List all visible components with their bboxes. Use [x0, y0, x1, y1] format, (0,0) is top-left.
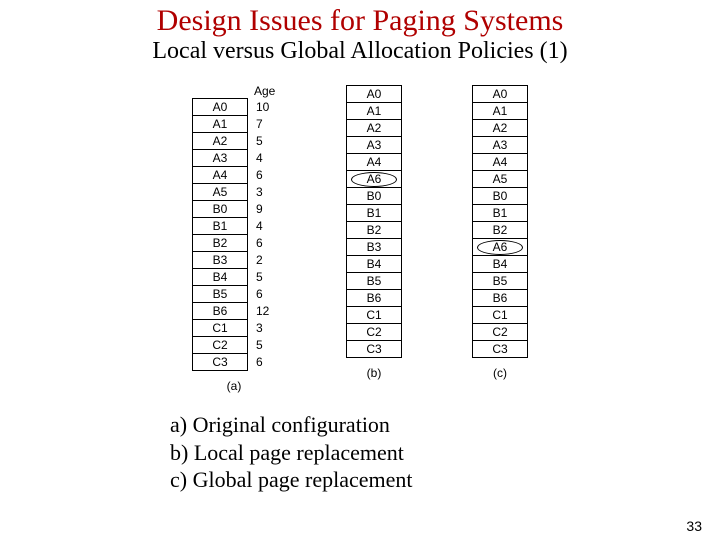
page-cell: C1: [193, 320, 248, 337]
age-value: 6: [256, 286, 276, 303]
page-cell: B2: [473, 222, 528, 239]
page-cell: B6: [193, 303, 248, 320]
page-cell: B5: [347, 273, 402, 290]
age-value: 4: [256, 150, 276, 167]
page-cell: A3: [193, 150, 248, 167]
age-value: 2: [256, 252, 276, 269]
page-cell: B1: [473, 205, 528, 222]
page-cell: A4: [347, 154, 402, 171]
page-cell: A5: [193, 184, 248, 201]
column-b: A0A1A2A3A4A6B0B1B2B3B4B5B6C1C2C3 (b): [346, 85, 402, 393]
page-table-b: A0A1A2A3A4A6B0B1B2B3B4B5B6C1C2C3: [346, 85, 402, 358]
page-cell: C2: [193, 337, 248, 354]
age-value: 12: [256, 303, 276, 320]
column-c-label: (c): [493, 366, 507, 380]
age-value: 10: [256, 99, 276, 116]
page-cell: A0: [473, 86, 528, 103]
page-cell: A2: [473, 120, 528, 137]
slide-subtitle: Local versus Global Allocation Policies …: [0, 38, 720, 65]
page-cell: B3: [193, 252, 248, 269]
slide-title: Design Issues for Paging Systems: [0, 4, 720, 38]
age-value: 3: [256, 320, 276, 337]
page-cell: A2: [347, 120, 402, 137]
legend: a) Original configuration b) Local page …: [170, 411, 720, 494]
page-table-a: A0A1A2A3A4A5B0B1B2B3B4B5B6C1C2C3: [192, 98, 248, 371]
page-cell: B0: [193, 201, 248, 218]
page-cell: A3: [473, 137, 528, 154]
page-cell: A4: [193, 167, 248, 184]
age-value: 5: [256, 269, 276, 286]
page-cell: B6: [473, 290, 528, 307]
page-cell: A1: [193, 116, 248, 133]
highlight-oval: [351, 172, 397, 187]
page-cell: B5: [473, 273, 528, 290]
page-cell: B5: [193, 286, 248, 303]
column-c: A0A1A2A3A4A5B0B1B2A6B4B5B6C1C2C3 (c): [472, 85, 528, 393]
page-cell: C1: [347, 307, 402, 324]
page-cell: B0: [473, 188, 528, 205]
age-value: 6: [256, 354, 276, 371]
page-cell: B3: [347, 239, 402, 256]
age-value: 6: [256, 235, 276, 252]
age-value: 7: [256, 116, 276, 133]
legend-c: c) Global page replacement: [170, 466, 720, 494]
page-cell: A0: [193, 99, 248, 116]
page-cell: A2: [193, 133, 248, 150]
age-value: 9: [256, 201, 276, 218]
page-cell: C3: [473, 341, 528, 358]
age-value: 6: [256, 167, 276, 184]
age-header: Age: [254, 85, 276, 97]
page-cell: C3: [193, 354, 248, 371]
page-cell: B1: [347, 205, 402, 222]
age-value: 3: [256, 184, 276, 201]
legend-b: b) Local page replacement: [170, 439, 720, 467]
page-cell: A1: [473, 103, 528, 120]
page-cell: B2: [193, 235, 248, 252]
age-value: 4: [256, 218, 276, 235]
page-cell: A4: [473, 154, 528, 171]
column-b-label: (b): [367, 366, 382, 380]
page-cell: A1: [347, 103, 402, 120]
page-cell: C1: [473, 307, 528, 324]
slide-number: 33: [686, 518, 702, 534]
page-cell: A0: [347, 86, 402, 103]
legend-a: a) Original configuration: [170, 411, 720, 439]
page-cell: A6: [347, 171, 402, 188]
page-cell: A5: [473, 171, 528, 188]
page-cell: A3: [347, 137, 402, 154]
highlight-oval: [477, 240, 523, 255]
age-value: 5: [256, 337, 276, 354]
page-cell: C3: [347, 341, 402, 358]
age-value: 5: [256, 133, 276, 150]
page-cell: C2: [347, 324, 402, 341]
page-cell: B0: [347, 188, 402, 205]
age-column: 107546394625612356: [256, 99, 276, 371]
page-cell: B2: [347, 222, 402, 239]
figure: A0A1A2A3A4A5B0B1B2B3B4B5B6C1C2C3 Age 107…: [0, 85, 720, 393]
page-cell: B4: [193, 269, 248, 286]
page-cell: B4: [347, 256, 402, 273]
page-cell: B6: [347, 290, 402, 307]
page-cell: B4: [473, 256, 528, 273]
column-a: A0A1A2A3A4A5B0B1B2B3B4B5B6C1C2C3 Age 107…: [192, 85, 276, 393]
page-cell: C2: [473, 324, 528, 341]
page-cell: A6: [473, 239, 528, 256]
column-a-label: (a): [227, 379, 242, 393]
page-cell: B1: [193, 218, 248, 235]
page-table-c: A0A1A2A3A4A5B0B1B2A6B4B5B6C1C2C3: [472, 85, 528, 358]
